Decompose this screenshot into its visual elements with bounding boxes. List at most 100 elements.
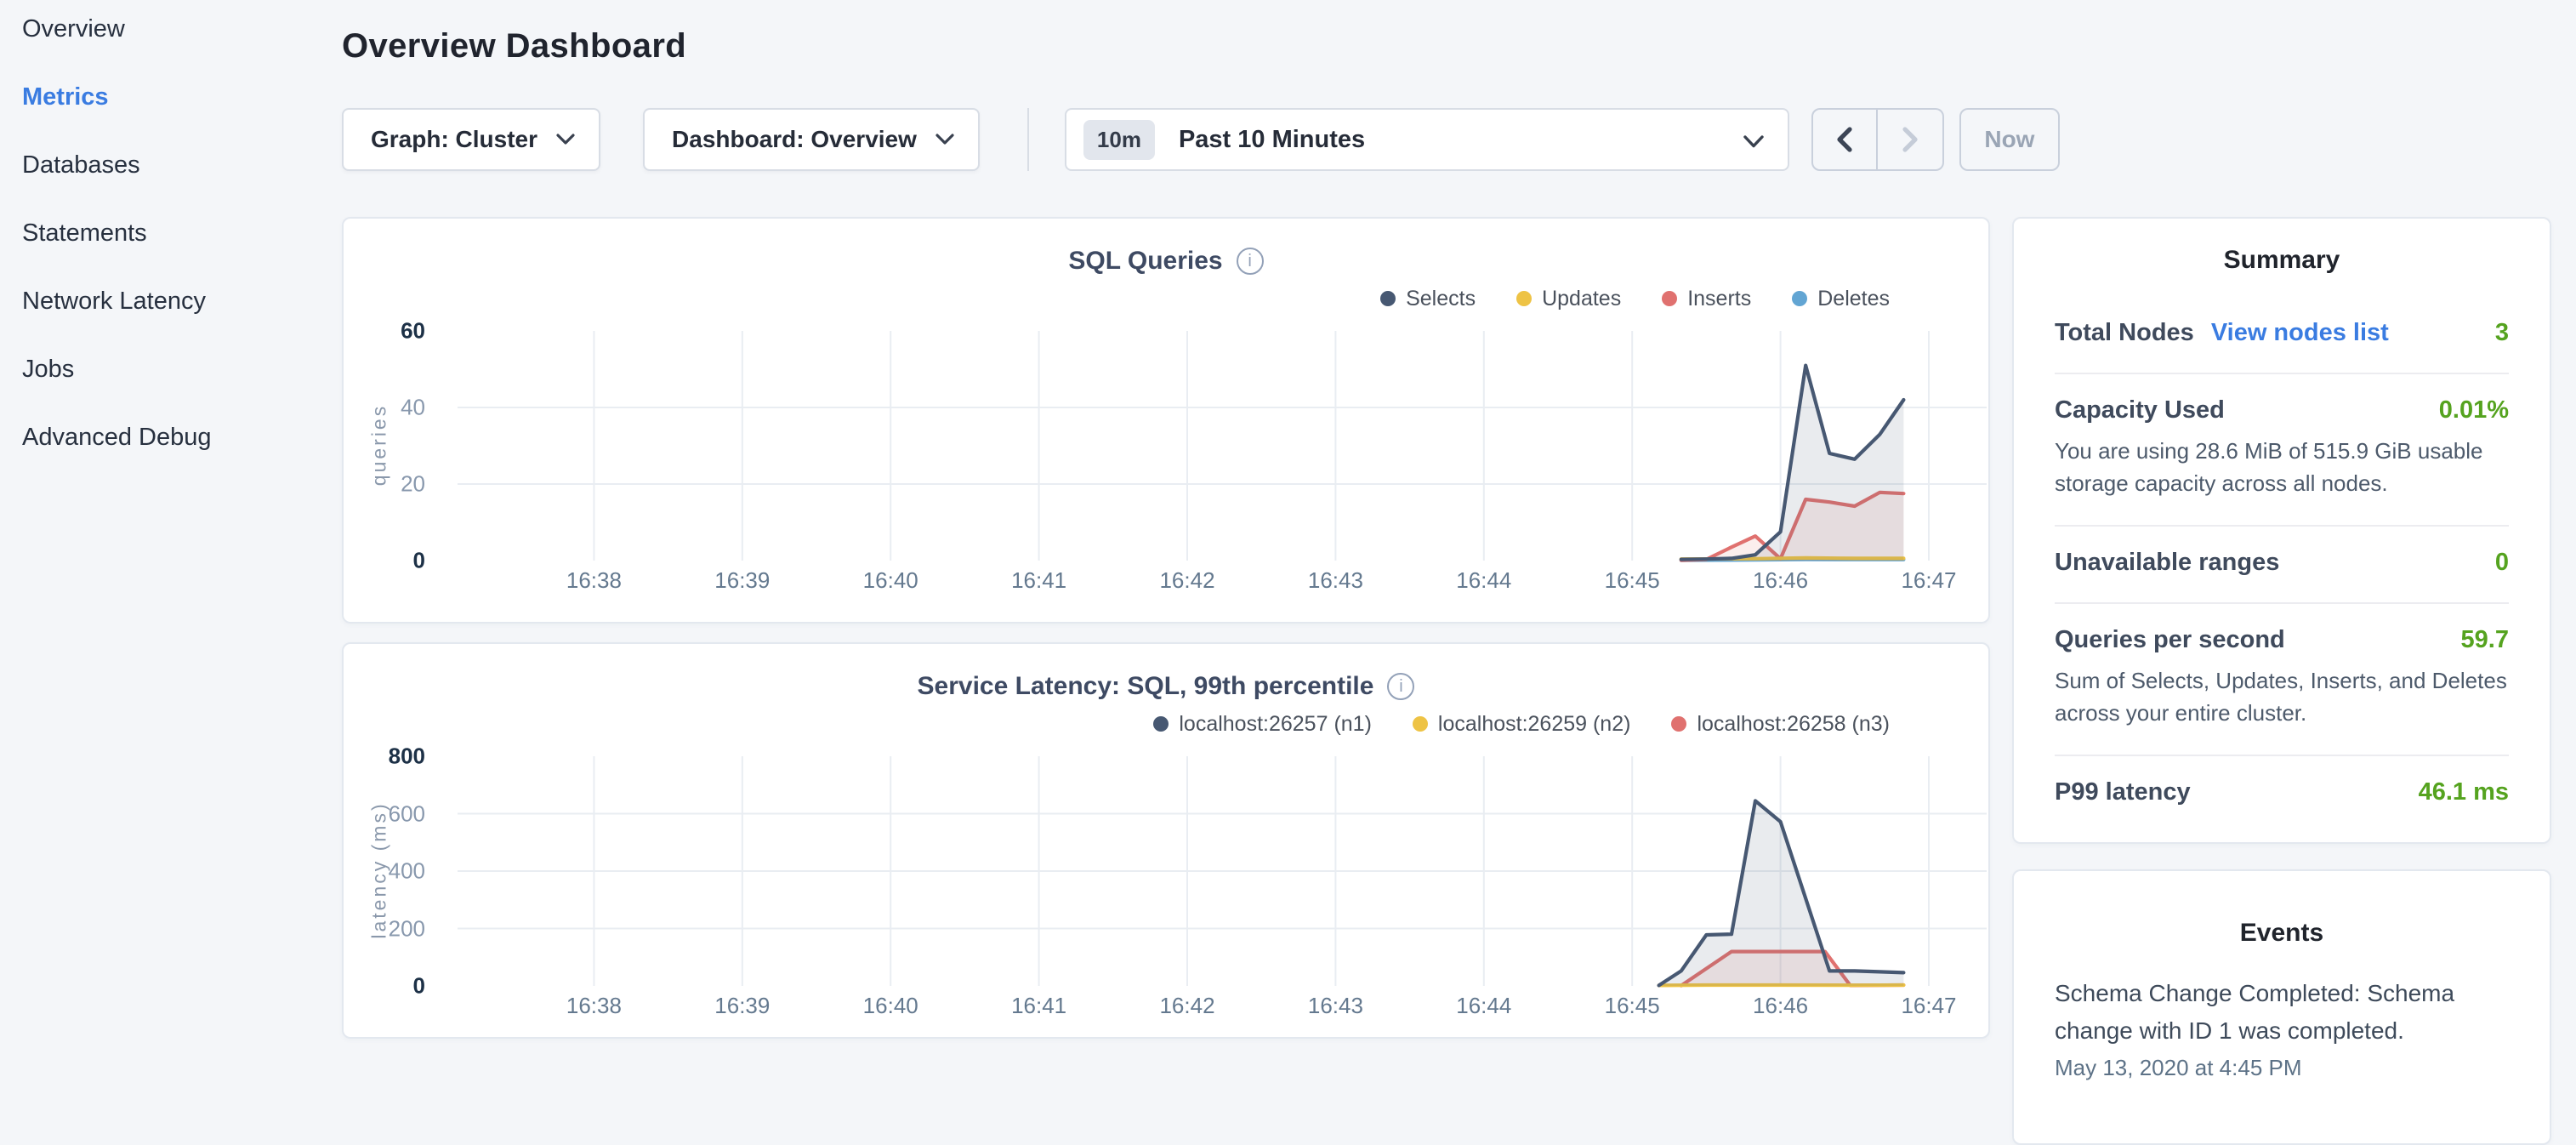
events-list: Schema Change Completed: Schema change w… [2055,975,2509,1081]
x-tick-label: 16:43 [1281,567,1390,594]
time-back-button[interactable] [1811,108,1878,171]
events-title: Events [2055,919,2509,948]
info-icon[interactable]: i [1237,248,1264,275]
page-title: Overview Dashboard [342,27,2553,66]
sidebar-nav-list: OverviewMetricsDatabasesStatementsNetwor… [0,0,313,492]
sql-queries-chart-panel: SQL Queries i Selects Updates Inserts Delet… [342,217,1990,624]
x-tick-label: 16:44 [1430,993,1538,1019]
chevron-down-icon [556,134,575,145]
controls-bar: Graph: Cluster Dashboard: Overview 10m P… [342,108,2553,171]
right-sidebar: Summary Total NodesView nodes list3Capac… [2012,217,2551,1145]
legend-dot [1516,291,1532,306]
sidebar-item-databases[interactable]: Databases [22,151,313,219]
chevron-down-icon [935,134,954,145]
chart-title-row: Service Latency: SQL, 99th percentile i [344,666,1988,704]
summary-rows: Total NodesView nodes list3Capacity Used… [2055,297,2509,832]
x-tick-label: 16:42 [1133,567,1242,594]
legend-label: localhost:26259 (n2) [1438,712,1631,737]
summary-row-label: Unavailable ranges [2055,549,2279,577]
y-tick-label: 800 [389,743,425,770]
summary-row-label: Queries per second [2055,626,2285,654]
graph-dropdown[interactable]: Graph: Cluster [342,108,600,171]
legend-dot [1792,291,1807,306]
legend-item[interactable]: localhost:26257 (n1) [1153,712,1372,737]
chart-title: Service Latency: SQL, 99th percentile i [918,668,1415,705]
plot-area[interactable] [458,331,1987,561]
summary-row-p99-latency: P99 latency46.1 ms [2055,755,2509,832]
sidebar-item-advanced-debug[interactable]: Advanced Debug [22,424,313,492]
legend-dot [1671,716,1686,732]
chart-title-text: SQL Queries [1068,242,1222,280]
legend-item[interactable]: localhost:26258 (n3) [1671,712,1890,737]
legend-dot [1413,716,1428,732]
summary-row-queries-per-second: Queries per second59.7Sum of Selects, Up… [2055,602,2509,755]
chart-legend: localhost:26257 (n1) localhost:26259 (n2)… [344,710,1988,738]
chart-svg [458,756,1987,986]
x-tick-label: 16:44 [1430,567,1538,594]
sidebar-item-network-latency[interactable]: Network Latency [22,288,313,356]
now-button[interactable]: Now [1959,108,2060,171]
chart-svg [458,331,1987,561]
x-axis-labels: 16:3816:3916:4016:4116:4216:4316:4416:45… [458,567,1987,598]
y-tick-label: 40 [401,395,425,421]
service-latency-chart-panel: Service Latency: SQL, 99th percentile i … [342,642,1990,1039]
x-tick-label: 16:38 [539,567,648,594]
charts-column: SQL Queries i Selects Updates Inserts Delet… [342,217,1990,1145]
event-text: Schema Change Completed: Schema change w… [2055,975,2509,1050]
x-tick-label: 16:41 [985,567,1094,594]
summary-row-label: Total Nodes [2055,319,2194,347]
sidebar-item-metrics[interactable]: Metrics [22,83,313,151]
x-axis-labels: 16:3816:3916:4016:4116:4216:4316:4416:45… [458,993,1987,1023]
sidebar: OverviewMetricsDatabasesStatementsNetwor… [0,0,313,1051]
dashboard-dropdown[interactable]: Dashboard: Overview [643,108,980,171]
event-item[interactable]: Schema Change Completed: Schema change w… [2055,975,2509,1081]
chart-body: queries 0204060 16:3816:3916:4016:4116:4… [458,331,1987,598]
summary-panel: Summary Total NodesView nodes list3Capac… [2012,217,2551,844]
x-tick-label: 16:47 [1874,567,1983,594]
x-tick-label: 16:43 [1281,993,1390,1019]
main-content: Overview Dashboard Graph: Cluster Dashbo… [342,0,2553,1145]
chart-title-text: Service Latency: SQL, 99th percentile [918,668,1374,705]
y-axis-labels: 0200400600800 [357,756,439,986]
y-tick-label: 400 [389,858,425,885]
legend-dot [1380,291,1396,306]
chart-title-row: SQL Queries i [344,241,1988,278]
sidebar-item-statements[interactable]: Statements [22,219,313,288]
x-tick-label: 16:46 [1726,993,1835,1019]
summary-title: Summary [2055,246,2509,275]
info-icon[interactable]: i [1387,673,1414,700]
chevron-right-icon [1902,127,1918,152]
sidebar-item-jobs[interactable]: Jobs [22,356,313,424]
chart-body: latency (ms) 0200400600800 16:3816:3916:… [458,756,1987,1023]
time-forward-button[interactable] [1878,108,1944,171]
chart-legend: Selects Updates Inserts Deletes [344,285,1988,312]
legend-label: localhost:26258 (n3) [1697,712,1890,737]
chevron-down-icon [1743,124,1764,156]
controls-divider [1027,108,1029,171]
legend-item[interactable]: localhost:26259 (n2) [1413,712,1631,737]
summary-row-value: 0.01% [2439,396,2509,424]
y-tick-label: 0 [413,548,425,574]
graph-dropdown-label: Graph: Cluster [371,126,537,153]
sidebar-item-overview[interactable]: Overview [22,15,313,83]
time-range-label: Past 10 Minutes [1179,126,1743,154]
y-axis-labels: 0204060 [357,331,439,561]
x-tick-label: 16:40 [836,567,945,594]
summary-row-label: P99 latency [2055,778,2191,806]
dashboard-dropdown-label: Dashboard: Overview [672,126,917,153]
summary-row-description: You are using 28.6 MiB of 515.9 GiB usab… [2055,435,2509,499]
view-nodes-list-link[interactable]: View nodes list [2211,319,2389,347]
x-tick-label: 16:46 [1726,567,1835,594]
y-tick-label: 60 [401,318,425,345]
time-range-selector[interactable]: 10m Past 10 Minutes [1065,108,1789,171]
legend-dot [1153,716,1169,732]
chevron-left-icon [1837,127,1852,152]
summary-row-value: 0 [2495,549,2509,577]
plot-area[interactable] [458,756,1987,986]
legend-item[interactable]: Deletes [1792,287,1890,311]
legend-label: Selects [1406,287,1476,311]
legend-item[interactable]: Inserts [1662,287,1751,311]
legend-label: Inserts [1687,287,1751,311]
legend-item[interactable]: Updates [1516,287,1621,311]
legend-item[interactable]: Selects [1380,287,1476,311]
